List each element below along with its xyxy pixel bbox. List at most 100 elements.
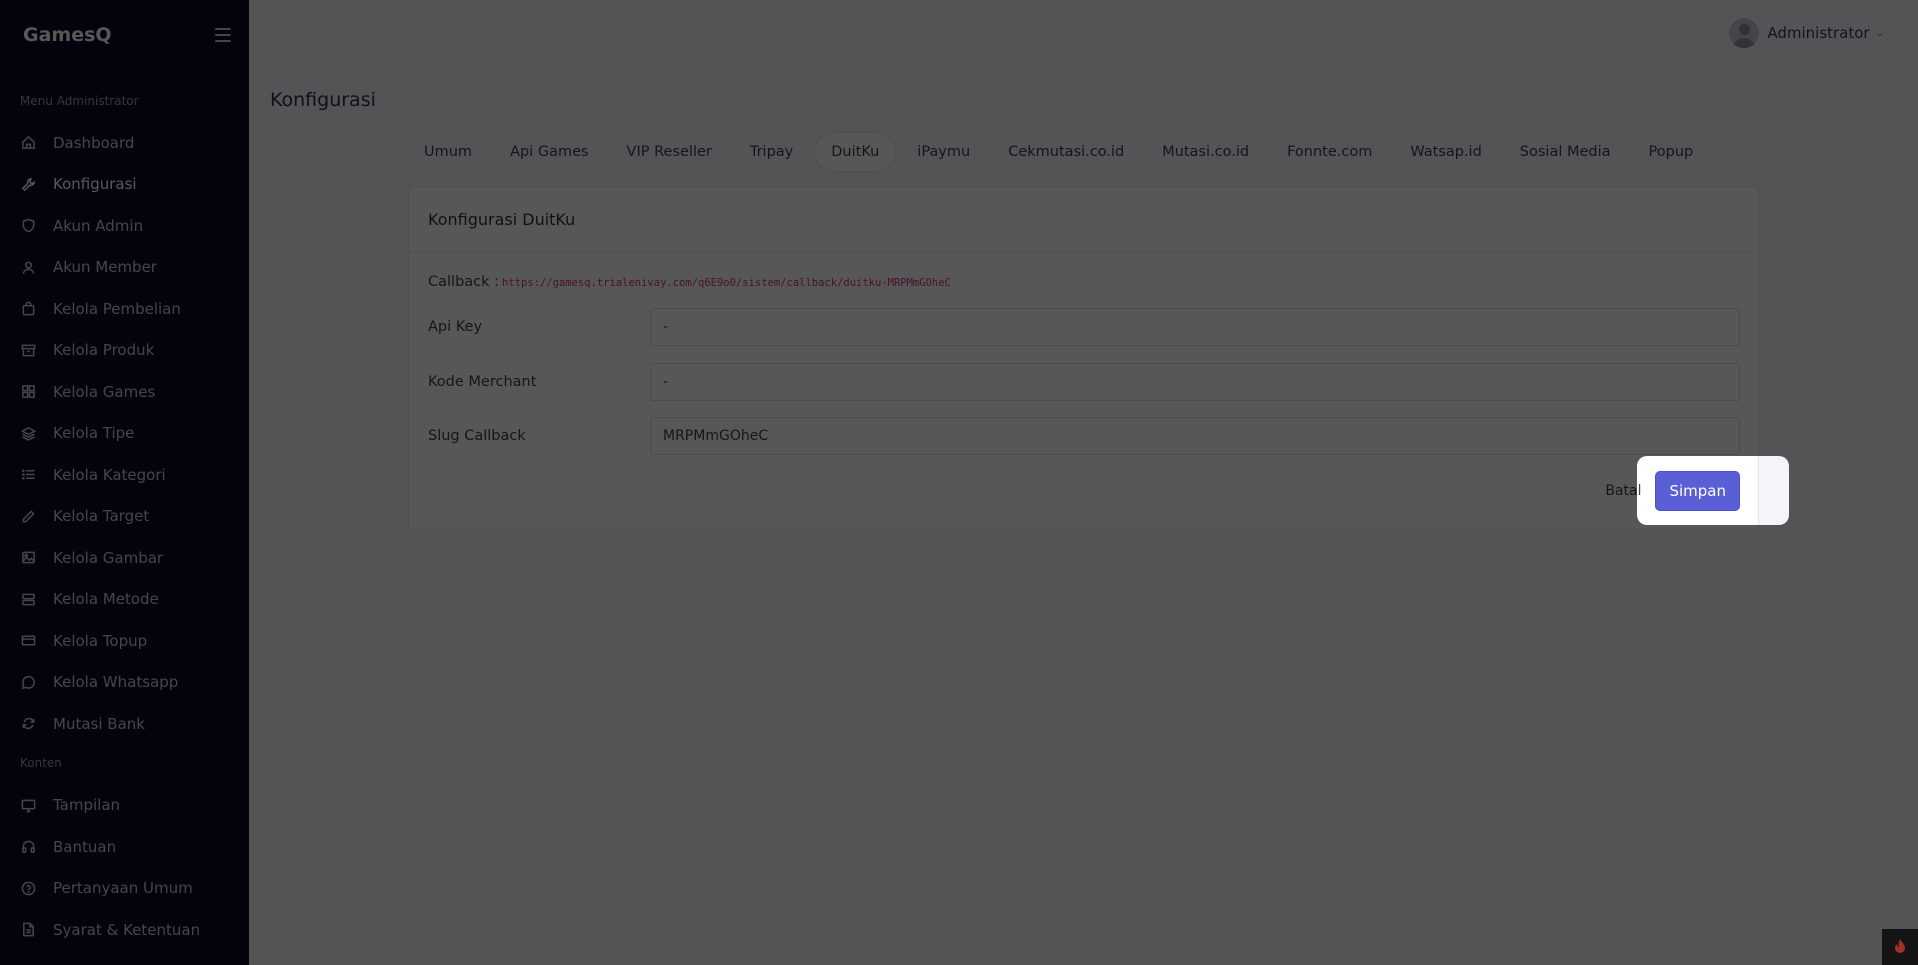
sidebar-item-label: Konfigurasi xyxy=(53,175,137,194)
sidebar-item-label: Kelola Target xyxy=(53,507,150,526)
layers-icon xyxy=(20,425,36,441)
sidebar-item-kelola-target[interactable]: Kelola Target xyxy=(0,496,249,538)
user-icon xyxy=(20,259,36,275)
chat-icon xyxy=(20,674,36,690)
callback-info: Callback : https://gamesq.trialenivay.co… xyxy=(428,274,951,290)
sidebar-item-label: Kelola Games xyxy=(53,382,156,401)
form-actions: Batal Simpan xyxy=(1605,472,1739,510)
tab-api-games[interactable]: Api Games xyxy=(494,133,604,171)
sidebar-item-mutasi-bank[interactable]: Mutasi Bank xyxy=(0,703,249,745)
tab-cekmutasi-co-id[interactable]: Cekmutasi.co.id xyxy=(992,133,1140,171)
tab-umum[interactable]: Umum xyxy=(408,133,488,171)
sidebar-item-label: Kelola Tipe xyxy=(53,424,135,443)
home-icon xyxy=(20,135,36,151)
sidebar-item-label: Kelola Produk xyxy=(53,341,155,360)
tab-mutasi-co-id[interactable]: Mutasi.co.id xyxy=(1146,133,1265,171)
slug-callback-label: Slug Callback xyxy=(428,428,526,444)
sidebar-item-dashboard[interactable]: Dashboard xyxy=(0,122,249,164)
kode-merchant-input[interactable] xyxy=(650,363,1740,401)
sidebar: GamesQ Menu Administrator Dashboard Konfi… xyxy=(0,0,249,965)
sidebar-item-label: Akun Admin xyxy=(53,216,144,235)
sidebar-item-label: Kelola Whatsapp xyxy=(53,673,179,692)
tab-tripay[interactable]: Tripay xyxy=(734,133,809,171)
archive-icon xyxy=(20,342,36,358)
page-title: Konfigurasi xyxy=(270,89,376,111)
sidebar-menu-admin: Dashboard Konfigurasi Akun Admin Akun Membe… xyxy=(0,122,249,745)
sidebar-item-kelola-pembelian[interactable]: Kelola Pembelian xyxy=(0,288,249,330)
callback-url: https://gamesq.trialenivay.com/q6E9o0/si… xyxy=(502,277,951,289)
wrench-icon xyxy=(20,176,36,192)
sidebar-section-content: Konten xyxy=(20,755,62,770)
sidebar-item-kelola-kategori[interactable]: Kelola Kategori xyxy=(0,454,249,496)
sidebar-item-syarat-dan-ketentuan[interactable]: Syarat & Ketentuan xyxy=(0,909,249,951)
pencil-icon xyxy=(20,508,36,524)
form-row-slug-callback: Slug Callback xyxy=(428,417,1740,455)
list-icon xyxy=(20,467,36,483)
headphones-icon xyxy=(20,839,36,855)
shopping-bag-icon xyxy=(20,301,36,317)
sidebar-header: GamesQ xyxy=(0,0,249,70)
brand-logo[interactable]: GamesQ xyxy=(23,24,112,46)
tab-fonnte-com[interactable]: Fonnte.com xyxy=(1271,133,1388,171)
slug-callback-input[interactable] xyxy=(650,417,1740,455)
form-row-kode-merchant: Kode Merchant xyxy=(428,363,1740,401)
sidebar-item-label: Kelola Gambar xyxy=(53,548,164,567)
user-name[interactable]: Administrator xyxy=(1767,24,1869,42)
refresh-icon xyxy=(20,716,36,732)
sidebar-item-kelola-produk[interactable]: Kelola Produk xyxy=(0,330,249,372)
cancel-button[interactable]: Batal xyxy=(1605,483,1641,499)
kode-merchant-label: Kode Merchant xyxy=(428,374,537,390)
sidebar-menu-content: Tampilan Bantuan Pertanyaan Umum Syarat & K… xyxy=(0,785,249,951)
tab-duitku[interactable]: DuitKu xyxy=(815,133,896,171)
duitku-config-card: Konfigurasi DuitKu Callback : https://ga… xyxy=(408,186,1759,530)
sidebar-item-bantuan[interactable]: Bantuan xyxy=(0,826,249,868)
form-row-api-key: Api Key xyxy=(428,308,1740,346)
tab-vip-reseller[interactable]: VIP Reseller xyxy=(611,133,728,171)
sidebar-item-tampilan[interactable]: Tampilan xyxy=(0,785,249,827)
image-icon xyxy=(20,550,36,566)
sidebar-item-label: Kelola Pembelian xyxy=(53,299,181,318)
api-key-input[interactable] xyxy=(650,308,1740,346)
help-circle-icon xyxy=(20,880,36,896)
sidebar-item-label: Dashboard xyxy=(53,133,135,152)
avatar[interactable] xyxy=(1729,18,1760,48)
sidebar-item-kelola-topup[interactable]: Kelola Topup xyxy=(0,620,249,662)
sidebar-item-kelola-tipe[interactable]: Kelola Tipe xyxy=(0,413,249,455)
topbar: Administrator ⌄ xyxy=(249,0,1918,68)
sidebar-item-kelola-whatsapp[interactable]: Kelola Whatsapp xyxy=(0,662,249,704)
sidebar-item-label: Kelola Topup xyxy=(53,631,148,650)
sidebar-item-kelola-games[interactable]: Kelola Games xyxy=(0,371,249,413)
sidebar-item-kelola-gambar[interactable]: Kelola Gambar xyxy=(0,537,249,579)
callback-label: Callback : xyxy=(428,274,500,290)
sidebar-item-kelola-metode[interactable]: Kelola Metode xyxy=(0,579,249,621)
tab-popup[interactable]: Popup xyxy=(1633,133,1710,171)
shield-icon xyxy=(20,218,36,234)
menu-toggle-icon[interactable] xyxy=(215,28,231,42)
user-menu[interactable]: Administrator ⌄ xyxy=(1729,18,1884,48)
server-icon xyxy=(20,591,36,607)
sidebar-item-label: Tampilan xyxy=(53,796,121,815)
sidebar-item-label: Syarat & Ketentuan xyxy=(53,920,201,939)
api-key-label: Api Key xyxy=(428,319,483,335)
save-button[interactable]: Simpan xyxy=(1656,472,1739,510)
sidebar-item-akun-admin[interactable]: Akun Admin xyxy=(0,205,249,247)
sidebar-item-label: Akun Member xyxy=(53,258,157,277)
chevron-down-icon[interactable]: ⌄ xyxy=(1876,28,1884,39)
sidebar-item-label: Kelola Metode xyxy=(53,590,159,609)
tab-sosial-media[interactable]: Sosial Media xyxy=(1504,133,1627,171)
flame-icon[interactable] xyxy=(1882,929,1918,965)
sidebar-item-konfigurasi[interactable]: Konfigurasi xyxy=(0,164,249,206)
sidebar-item-label: Bantuan xyxy=(53,837,117,856)
sidebar-item-label: Kelola Kategori xyxy=(53,465,166,484)
sidebar-section-admin: Menu Administrator xyxy=(20,94,139,108)
sidebar-item-akun-member[interactable]: Akun Member xyxy=(0,247,249,289)
config-tabs: Umum Api Games VIP Reseller Tripay DuitKu iPa… xyxy=(408,133,1715,171)
sidebar-item-pertanyaan-umum[interactable]: Pertanyaan Umum xyxy=(0,868,249,910)
tab-ipaymu[interactable]: iPaymu xyxy=(901,133,986,171)
monitor-icon xyxy=(20,797,36,813)
file-text-icon xyxy=(20,922,36,938)
credit-card-icon xyxy=(20,633,36,649)
tab-watsap-id[interactable]: Watsap.id xyxy=(1394,133,1497,171)
card-title: Konfigurasi DuitKu xyxy=(409,187,1758,253)
sidebar-item-label: Pertanyaan Umum xyxy=(53,879,193,898)
